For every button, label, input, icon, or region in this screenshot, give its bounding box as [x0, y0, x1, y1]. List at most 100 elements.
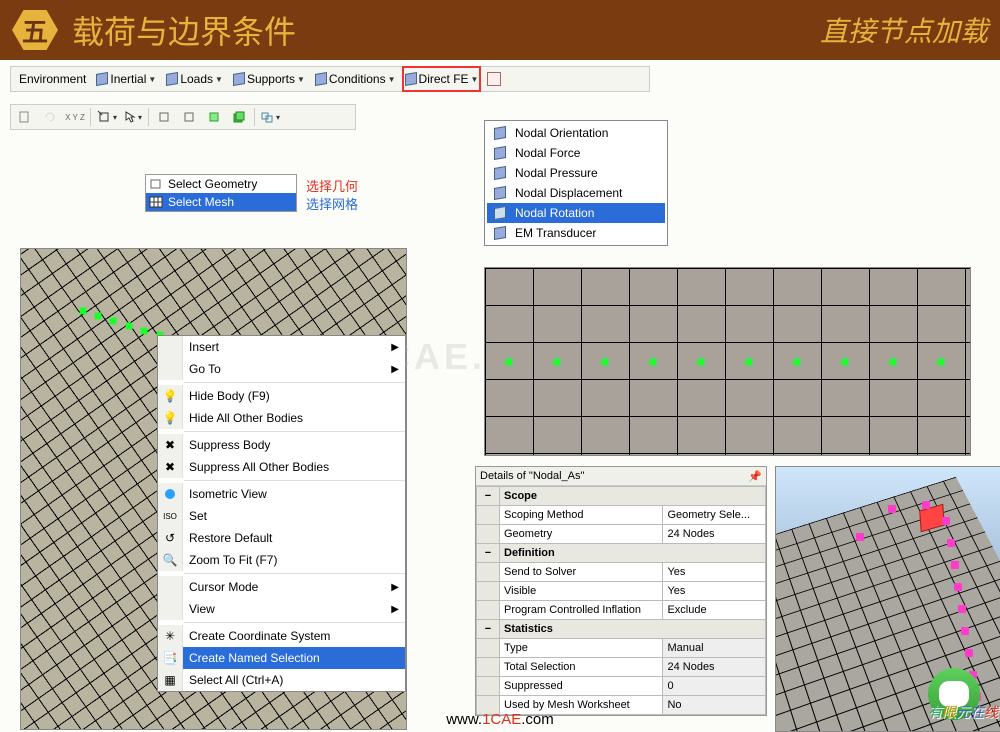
slide-subtitle: 直接节点加载 — [820, 10, 988, 50]
edge-filter-button[interactable] — [177, 106, 201, 128]
insert-item[interactable]: Insert▶ — [158, 336, 405, 358]
commands-button[interactable] — [483, 69, 507, 89]
vertex-filter-button[interactable] — [152, 106, 176, 128]
annotation-select-mesh: 选择网格 — [306, 194, 358, 213]
hide-body-item[interactable]: 💡Hide Body (F9) — [158, 385, 405, 407]
select-all-icon: ▦ — [164, 673, 175, 687]
suppress-all-icon: ✖ — [165, 460, 175, 474]
select-mode-button[interactable]: ▾ — [94, 105, 120, 129]
select-geometry-item[interactable]: Select Geometry — [146, 175, 296, 193]
collapse-stats[interactable]: − — [477, 620, 500, 639]
geometry-value[interactable]: 24 Nodes — [663, 525, 766, 544]
mesh-viewport-2[interactable] — [484, 267, 971, 456]
cube-icon — [315, 72, 327, 86]
loads-button[interactable]: Loads▼ — [162, 69, 227, 89]
total-value: 24 Nodes — [663, 658, 766, 677]
selection-filter-toolbar: X Y Z ▾ ▾ ▾ — [10, 104, 356, 130]
direct-fe-menu: Nodal Orientation Nodal Force Nodal Pres… — [484, 120, 668, 246]
pick-button[interactable]: ▾ — [121, 106, 145, 128]
suppressed-value: 0 — [663, 677, 766, 696]
footer-url: www.1CAE.com — [0, 711, 1000, 728]
cube-icon — [491, 165, 509, 181]
mesh-icon — [148, 195, 164, 209]
face-filter-button[interactable] — [202, 106, 226, 128]
restore-default-item[interactable]: ↺Restore Default — [158, 527, 405, 549]
environment-toolbar: Environment Inertial▼ Loads▼ Supports▼ C… — [10, 66, 650, 92]
scoping-method-label: Scoping Method — [500, 506, 663, 525]
cube-icon — [491, 145, 509, 161]
bulb-icon: 💡 — [163, 411, 178, 425]
suppressed-label: Suppressed — [500, 677, 663, 696]
total-label: Total Selection — [500, 658, 663, 677]
scoping-method-value[interactable]: Geometry Sele... — [663, 506, 766, 525]
named-selection-icon: 📑 — [163, 651, 178, 665]
commands-icon — [487, 72, 501, 86]
select-mesh-item[interactable]: Select Mesh — [146, 193, 296, 211]
cursor-mode-item[interactable]: Cursor Mode▶ — [158, 576, 405, 598]
cube-icon — [491, 205, 509, 221]
xyz-button[interactable]: X Y Z — [63, 106, 87, 128]
visible-label: Visible — [500, 582, 663, 601]
context-menu: Insert▶ Go To▶ 💡Hide Body (F9) 💡Hide All… — [157, 335, 406, 692]
direct-fe-button[interactable]: Direct FE▼ — [402, 66, 482, 92]
cube-icon — [491, 185, 509, 201]
annotation-select-geometry: 选择几何 — [306, 176, 358, 195]
pin-icon[interactable]: 📌 — [748, 470, 762, 483]
conditions-button[interactable]: Conditions▼ — [311, 69, 400, 89]
axes-icon: ✳ — [165, 629, 175, 643]
view-item[interactable]: View▶ — [158, 598, 405, 620]
nodal-force-item[interactable]: Nodal Force — [487, 143, 665, 163]
send-label: Send to Solver — [500, 563, 663, 582]
collapse-scope[interactable]: − — [477, 487, 500, 506]
set-item[interactable]: ISOSet — [158, 505, 405, 527]
goto-item[interactable]: Go To▶ — [158, 358, 405, 380]
environment-button[interactable]: Environment — [15, 69, 90, 89]
type-label: Type — [500, 639, 663, 658]
iso-icon — [165, 489, 175, 499]
send-value[interactable]: Yes — [663, 563, 766, 582]
nodal-orientation-item[interactable]: Nodal Orientation — [487, 123, 665, 143]
create-named-selection-item[interactable]: 📑Create Named Selection — [158, 647, 405, 669]
cube-icon — [96, 72, 108, 86]
cube-icon — [491, 125, 509, 141]
select-all-item[interactable]: ▦Select All (Ctrl+A) — [158, 669, 405, 691]
cube-icon — [233, 72, 245, 86]
prog-label: Program Controlled Inflation — [500, 601, 663, 620]
hide-others-item[interactable]: 💡Hide All Other Bodies — [158, 407, 405, 429]
nodal-displacement-item[interactable]: Nodal Displacement — [487, 183, 665, 203]
suppress-others-item[interactable]: ✖Suppress All Other Bodies — [158, 456, 405, 478]
geometry-icon — [148, 177, 164, 191]
bulb-off-icon: 💡 — [163, 389, 178, 403]
geometry-label: Geometry — [500, 525, 663, 544]
section-badge: 五 — [12, 10, 58, 50]
inertial-button[interactable]: Inertial▼ — [92, 69, 160, 89]
body-filter-button[interactable] — [227, 106, 251, 128]
cube-icon — [405, 72, 417, 86]
supports-button[interactable]: Supports▼ — [229, 69, 309, 89]
visible-value[interactable]: Yes — [663, 582, 766, 601]
suppress-icon: ✖ — [165, 438, 175, 452]
cube-icon — [166, 72, 178, 86]
cube-icon — [491, 225, 509, 241]
zoom-fit-item[interactable]: 🔍Zoom To Fit (F7) — [158, 549, 405, 571]
create-coord-item[interactable]: ✳Create Coordinate System — [158, 625, 405, 647]
set-icon: ISO — [163, 512, 177, 521]
details-header: Details of "Nodal_As"📌 — [476, 467, 766, 486]
type-value: Manual — [663, 639, 766, 658]
em-transducer-item[interactable]: EM Transducer — [487, 223, 665, 243]
prog-value[interactable]: Exclude — [663, 601, 766, 620]
nodal-rotation-item[interactable]: Nodal Rotation — [487, 203, 665, 223]
collapse-definition[interactable]: − — [477, 544, 500, 563]
reset-button[interactable] — [38, 106, 62, 128]
restore-icon: ↺ — [165, 531, 175, 545]
extend-button[interactable]: ▾ — [258, 106, 282, 128]
slide-title: 载荷与边界条件 — [72, 7, 820, 53]
tag-button[interactable] — [13, 106, 37, 128]
select-mode-dropdown: Select Geometry Select Mesh — [145, 174, 297, 212]
isometric-view-item[interactable]: Isometric View — [158, 483, 405, 505]
zoom-icon: 🔍 — [163, 553, 178, 567]
suppress-body-item[interactable]: ✖Suppress Body — [158, 434, 405, 456]
details-panel: Details of "Nodal_As"📌 −Scope Scoping Me… — [475, 466, 767, 716]
slide-header: 五 载荷与边界条件 直接节点加载 — [0, 0, 1000, 60]
nodal-pressure-item[interactable]: Nodal Pressure — [487, 163, 665, 183]
